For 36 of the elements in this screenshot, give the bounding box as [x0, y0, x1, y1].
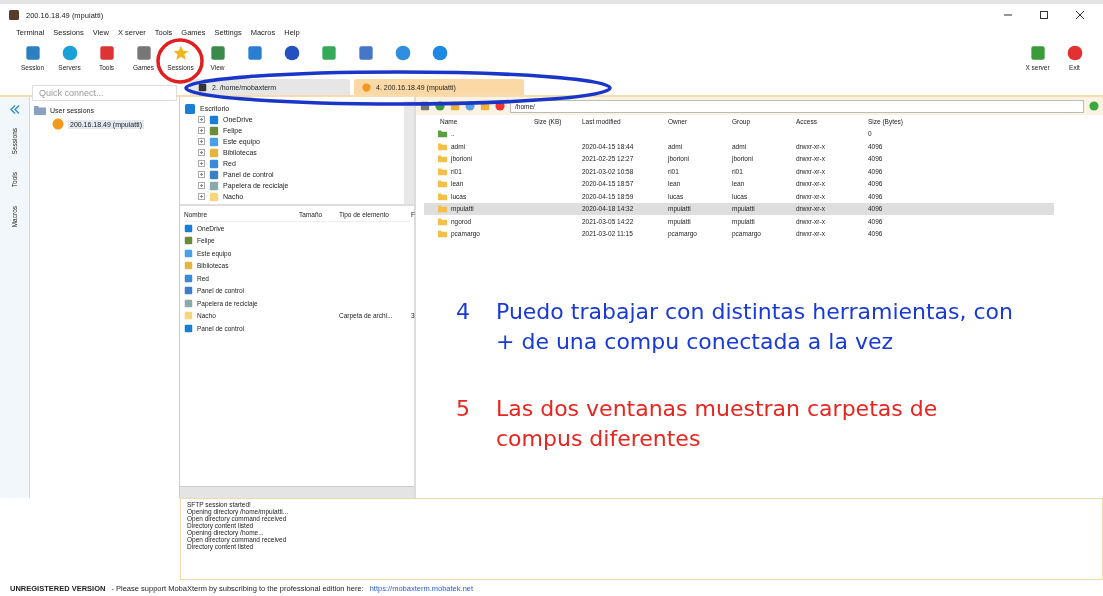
maximize-button[interactable] — [1040, 11, 1048, 19]
expand-icon[interactable] — [198, 171, 205, 178]
item-icon — [209, 158, 219, 169]
terminal-icon — [198, 82, 207, 92]
item-icon — [209, 180, 219, 191]
item-icon — [209, 169, 219, 180]
item-icon — [209, 147, 219, 158]
note-number: 4 — [456, 298, 470, 326]
session-icon — [52, 118, 64, 130]
session-icon — [362, 82, 371, 92]
annotation-text: Puedo trabajar con distintas herramientas, con + de una compu conectada a la vez — [496, 298, 1015, 356]
close-button[interactable] — [1076, 11, 1084, 19]
status-icon — [1089, 101, 1099, 111]
expand-icon[interactable] — [198, 160, 205, 167]
collapse-icon[interactable] — [9, 105, 20, 114]
item-icon — [209, 136, 219, 147]
folder-icon — [34, 104, 46, 116]
expand-icon[interactable] — [198, 149, 205, 156]
expand-icon[interactable] — [198, 127, 205, 134]
item-icon — [209, 125, 219, 136]
highlight-circle — [156, 38, 204, 84]
expand-icon[interactable] — [198, 116, 205, 123]
star-icon — [172, 45, 189, 61]
expand-icon[interactable] — [198, 138, 205, 145]
app-icon — [8, 9, 20, 21]
item-icon — [209, 114, 219, 125]
item-icon — [209, 191, 219, 202]
up-folder-icon — [438, 129, 447, 139]
scrollbar[interactable] — [404, 101, 414, 204]
expand-icon[interactable] — [198, 193, 205, 200]
scrollbar[interactable] — [180, 486, 414, 498]
minimize-button[interactable] — [1004, 11, 1012, 19]
annotation-text: Las dos ventanas muestran carpetas de compus diferentes — [496, 395, 939, 454]
quick-connect-field[interactable]: Quick connect... — [32, 85, 177, 101]
note-number: 5 — [456, 395, 470, 424]
expand-icon[interactable] — [198, 182, 205, 189]
